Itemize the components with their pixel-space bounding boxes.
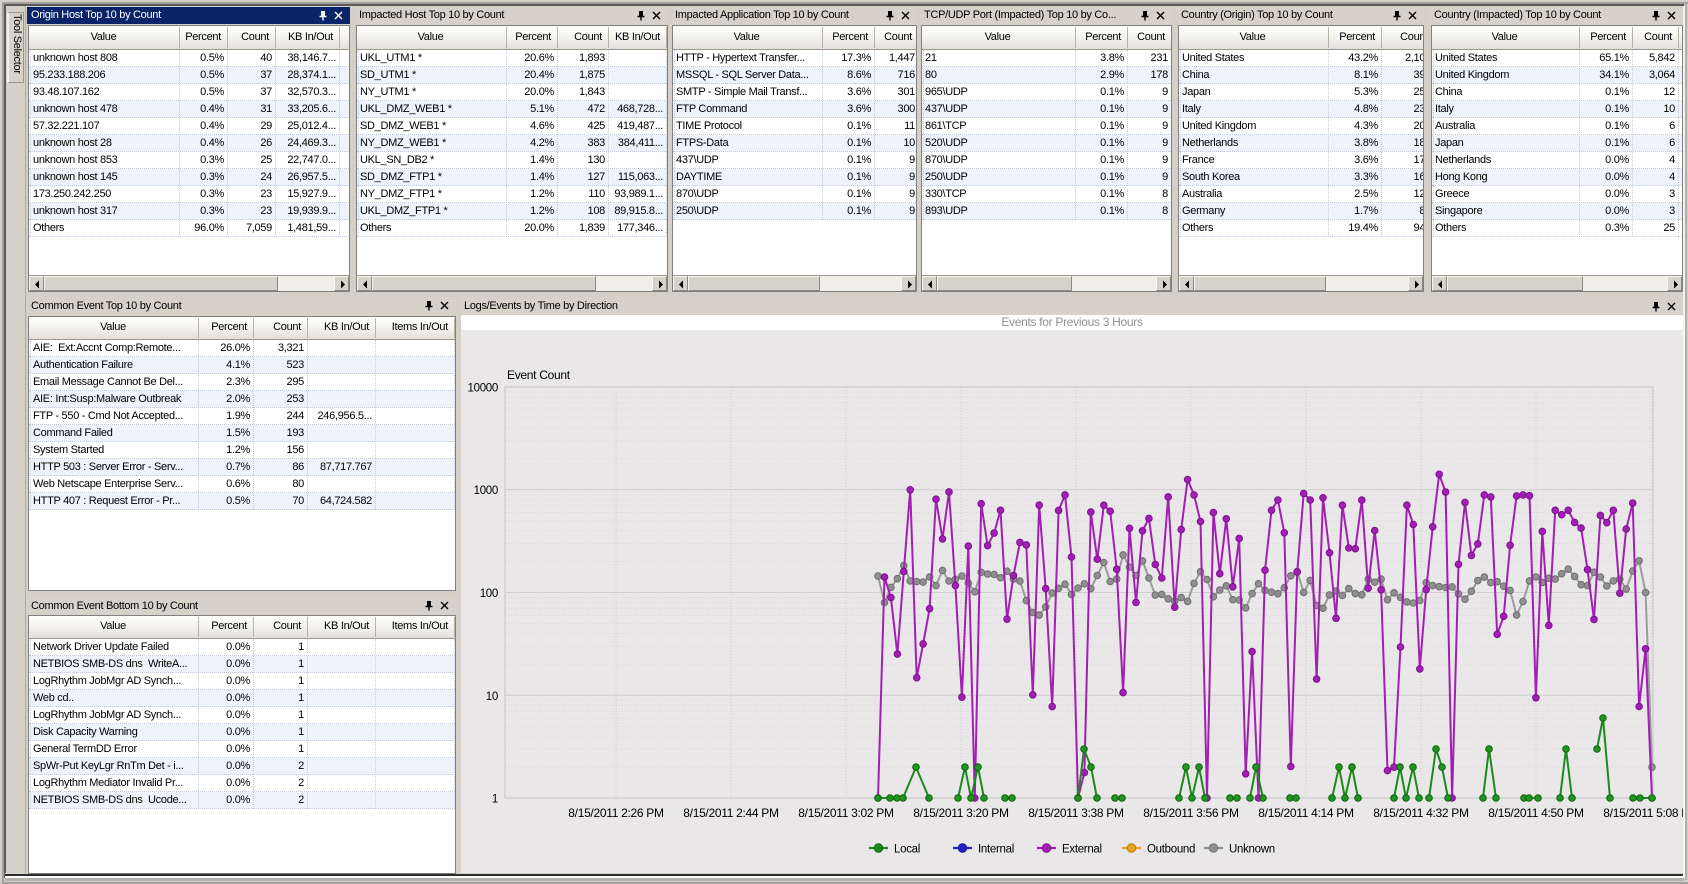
svg-text:8/15/2011 3:20 PM: 8/15/2011 3:20 PM (913, 806, 1009, 820)
svg-text:8/15/2011 4:50 PM: 8/15/2011 4:50 PM (1488, 806, 1584, 820)
svg-text:8/15/2011 3:38 PM: 8/15/2011 3:38 PM (1028, 806, 1124, 820)
svg-text:External: External (1062, 844, 1102, 856)
svg-text:8/15/2011 5:08 PM: 8/15/2011 5:08 PM (1603, 806, 1683, 820)
svg-text:10: 10 (486, 691, 498, 703)
svg-text:8/15/2011 4:14 PM: 8/15/2011 4:14 PM (1258, 806, 1354, 820)
svg-text:Local: Local (894, 844, 920, 856)
svg-text:Unknown: Unknown (1229, 844, 1275, 856)
svg-text:8/15/2011 2:26 PM: 8/15/2011 2:26 PM (568, 806, 664, 820)
svg-text:1000: 1000 (474, 485, 498, 497)
svg-text:Outbound: Outbound (1147, 844, 1195, 856)
svg-text:8/15/2011 2:44 PM: 8/15/2011 2:44 PM (683, 806, 779, 820)
svg-text:Event Count: Event Count (507, 368, 571, 382)
svg-text:100: 100 (480, 588, 498, 600)
svg-text:8/15/2011 3:02 PM: 8/15/2011 3:02 PM (798, 806, 894, 820)
svg-text:Internal: Internal (978, 844, 1014, 856)
svg-text:10000: 10000 (468, 383, 498, 395)
svg-text:1: 1 (492, 794, 498, 806)
svg-text:8/15/2011 3:56 PM: 8/15/2011 3:56 PM (1143, 806, 1239, 820)
svg-text:8/15/2011 4:32 PM: 8/15/2011 4:32 PM (1373, 806, 1469, 820)
